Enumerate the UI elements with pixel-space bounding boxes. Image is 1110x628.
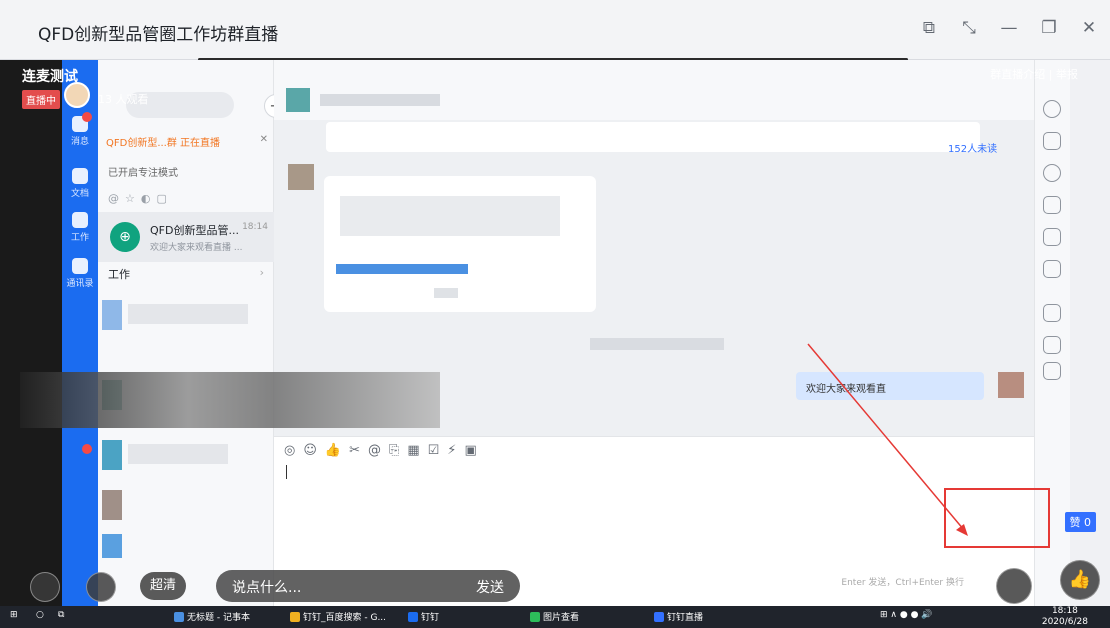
windows-taskbar: ⊞ ○ ⧉ 无标题 - 记事本 钉钉_百度搜索 - G... 钉钉 图片查看 钉… xyxy=(0,606,1110,628)
tray-icons: ⊞ ∧ ● ● 🔊 xyxy=(880,610,933,620)
close-icon[interactable]: ✕ xyxy=(1078,18,1100,38)
window-title: QFD创新型品管圈工作坊群直播 xyxy=(38,25,279,45)
taskbar-item[interactable]: 图片查看 xyxy=(530,610,579,623)
restore-icon[interactable]: ❐ xyxy=(1038,18,1060,38)
window-controls: ⧉ ⤡ — ❐ ✕ xyxy=(918,18,1100,38)
taskbar-item[interactable]: 钉钉 xyxy=(408,610,439,623)
search-icon[interactable]: ○ xyxy=(36,610,44,620)
taskbar-item[interactable]: 钉钉_百度搜索 - G... xyxy=(290,610,386,623)
shrink-icon[interactable]: ⤡ xyxy=(958,18,980,38)
task-view-icon[interactable]: ⧉ xyxy=(58,610,64,620)
annotation-box xyxy=(944,488,1050,548)
taskbar-item[interactable]: 无标题 - 记事本 xyxy=(174,610,250,623)
windows-start-icon[interactable]: ⊞ xyxy=(10,610,18,620)
taskbar-item[interactable]: 钉钉直播 xyxy=(654,610,703,623)
system-clock: 18:18 2020/6/28 xyxy=(1041,606,1088,627)
minimize-icon[interactable]: — xyxy=(998,18,1020,38)
window-titlebar: QFD创新型品管圈工作坊群直播 ⧉ ⤡ — ❐ ✕ xyxy=(0,0,1110,61)
pip-icon[interactable]: ⧉ xyxy=(918,18,940,38)
